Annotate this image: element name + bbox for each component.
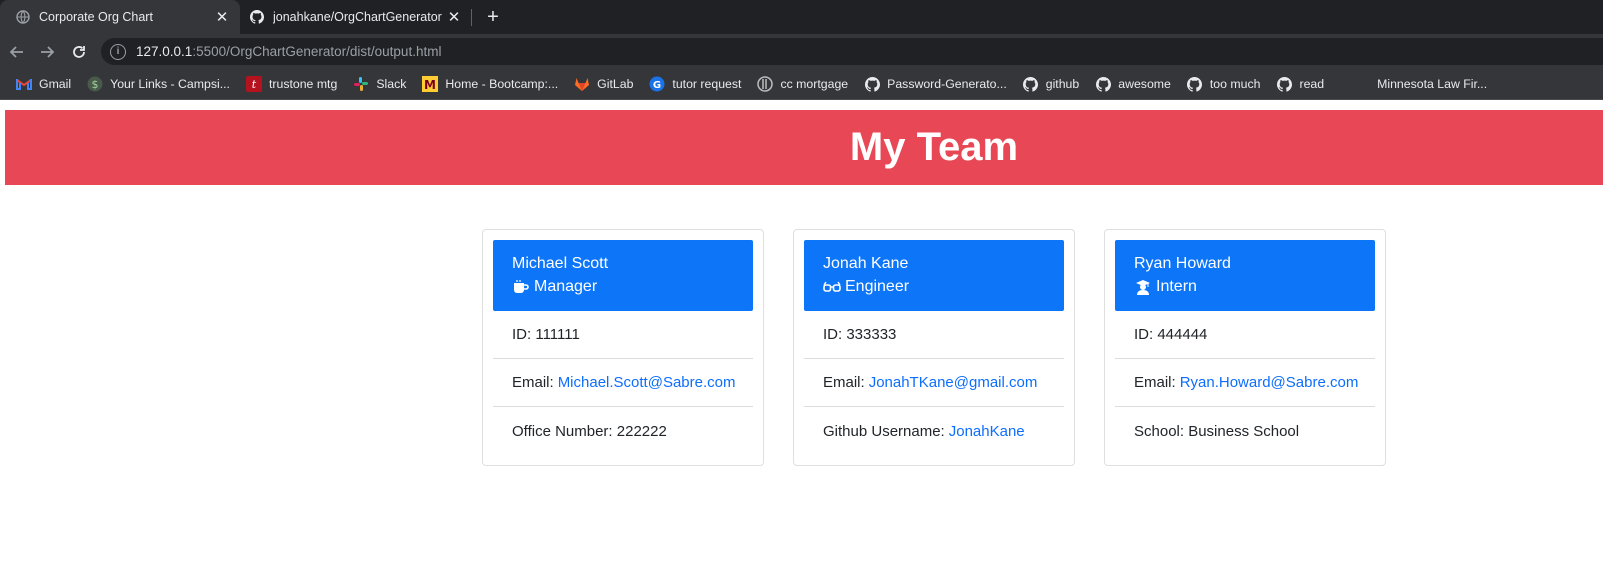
bookmark-slack[interactable]: Slack	[345, 72, 414, 96]
employee-role: Intern	[1134, 275, 1356, 299]
bookmark-github[interactable]: github	[1015, 72, 1088, 96]
email-link[interactable]: JonahTKane@gmail.com	[869, 374, 1038, 391]
employee-id: ID: 444444	[1115, 311, 1375, 359]
bookmark-awesome[interactable]: awesome	[1087, 72, 1179, 96]
new-tab-icon[interactable]: +	[482, 6, 504, 28]
employee-name: Ryan Howard	[1134, 255, 1231, 272]
blank-icon	[1354, 76, 1370, 92]
bookmarks-bar: Gmail $ Your Links - Campsi... t truston…	[0, 69, 1603, 100]
github-label: Github Username:	[823, 422, 945, 440]
bookmark-trustone[interactable]: t trustone mtg	[238, 72, 345, 96]
bookmark-gitlab[interactable]: GitLab	[566, 72, 641, 96]
bookmark-gmail[interactable]: Gmail	[8, 72, 79, 96]
tab-title: Corporate Org Chart	[39, 10, 153, 24]
email-label: Email:	[1134, 374, 1176, 391]
address-bar[interactable]: i 127.0.0.1:5500/OrgChartGenerator/dist/…	[101, 38, 1603, 65]
mortgage-icon	[757, 76, 774, 92]
back-arrow-icon[interactable]	[4, 39, 30, 65]
site-info-icon[interactable]: i	[110, 43, 126, 60]
slack-icon	[353, 76, 369, 92]
close-tab-icon[interactable]: ✕	[444, 7, 464, 27]
email-link[interactable]: Michael.Scott@Sabre.com	[558, 374, 736, 391]
employee-details: ID: 444444 Email: Ryan.Howard@Sabre.com …	[1115, 311, 1375, 455]
browser-toolbar: i 127.0.0.1:5500/OrgChartGenerator/dist/…	[0, 34, 1603, 69]
employee-email-row: Email: Ryan.Howard@Sabre.com	[1115, 359, 1375, 407]
employee-email-row: Email: JonahTKane@gmail.com	[804, 359, 1064, 407]
gmail-icon	[16, 76, 32, 92]
employee-name: Jonah Kane	[823, 255, 909, 272]
employee-role: Engineer	[823, 275, 1045, 299]
employee-name: Michael Scott	[512, 255, 609, 272]
gitlab-icon	[574, 76, 590, 92]
glasses-icon	[823, 279, 841, 295]
employee-details: ID: 333333 Email: JonahTKane@gmail.com G…	[804, 311, 1064, 455]
github-icon	[250, 10, 264, 24]
svg-text:$: $	[92, 78, 99, 91]
employee-email-row: Email: Michael.Scott@Sabre.com	[493, 359, 753, 407]
role-label: Manager	[534, 278, 598, 295]
url-text[interactable]: 127.0.0.1:5500/OrgChartGenerator/dist/ou…	[136, 44, 441, 59]
tab-inactive[interactable]: jonahkane/OrgChartGenerator ✕	[240, 0, 472, 34]
dollar-icon: $	[87, 76, 103, 92]
team-header: My Team	[5, 110, 1603, 185]
reload-icon[interactable]	[66, 39, 92, 65]
graduate-icon	[1134, 279, 1152, 295]
bootcamp-icon: M	[422, 76, 439, 92]
mug-icon	[512, 279, 530, 295]
email-label: Email:	[512, 374, 554, 391]
card-header: Ryan Howard Intern	[1115, 240, 1375, 311]
email-label: Email:	[823, 374, 865, 391]
github-icon	[1095, 76, 1111, 92]
role-label: Engineer	[845, 278, 910, 295]
svg-text:M: M	[424, 78, 436, 92]
email-link[interactable]: Ryan.Howard@Sabre.com	[1180, 374, 1359, 391]
close-tab-icon[interactable]: ✕	[212, 7, 232, 27]
bookmark-tutor-request[interactable]: G tutor request	[641, 72, 749, 96]
tab-divider	[471, 9, 472, 26]
github-icon	[1023, 76, 1039, 92]
office-number: Office Number: 222222	[512, 422, 667, 440]
employee-card-manager: Michael Scott Manager ID: 111111 Email: …	[482, 229, 764, 466]
github-icon	[1187, 76, 1203, 92]
github-icon	[1276, 76, 1292, 92]
bookmark-password-generator[interactable]: Password-Generato...	[856, 72, 1015, 96]
github-row: Github Username: JonahKane	[804, 407, 1064, 455]
globe-icon	[16, 10, 30, 24]
tab-strip: Corporate Org Chart ✕ jonahkane/OrgChart…	[0, 0, 1603, 34]
forward-arrow-icon[interactable]	[34, 39, 60, 65]
tab-title: jonahkane/OrgChartGenerator	[273, 10, 442, 24]
tutor-icon: G	[649, 76, 665, 92]
github-icon	[864, 76, 880, 92]
bookmark-cc-mortgage[interactable]: cc mortgage	[749, 72, 856, 96]
page-title: My Team	[849, 125, 1019, 169]
svg-text:t: t	[252, 78, 257, 91]
employee-card-engineer: Jonah Kane Engineer ID: 333333 Email: Jo…	[793, 229, 1075, 466]
bookmark-minnesota-law[interactable]: Minnesota Law Fir...	[1346, 72, 1495, 96]
trustone-icon: t	[245, 76, 262, 92]
employee-id: ID: 333333	[804, 311, 1064, 359]
bookmark-your-links[interactable]: $ Your Links - Campsi...	[79, 72, 238, 96]
tab-active[interactable]: Corporate Org Chart ✕	[0, 0, 240, 34]
employee-id: ID: 111111	[493, 311, 753, 359]
bookmark-too-much[interactable]: too much	[1179, 72, 1269, 96]
github-link[interactable]: JonahKane	[949, 423, 1025, 440]
card-header: Jonah Kane Engineer	[804, 240, 1064, 311]
employee-card-intern: Ryan Howard Intern ID: 444444 Email: Rya…	[1104, 229, 1386, 466]
bookmark-read[interactable]: read	[1268, 72, 1332, 96]
school: School: Business School	[1134, 422, 1300, 440]
bookmark-bootcamp[interactable]: M Home - Bootcamp:...	[414, 72, 566, 96]
employee-details: ID: 111111 Email: Michael.Scott@Sabre.co…	[493, 311, 753, 455]
employee-role: Manager	[512, 275, 734, 299]
role-label: Intern	[1156, 278, 1197, 295]
svg-text:G: G	[653, 80, 661, 91]
page-body: My Team Michael Scott Manager ID: 111111…	[0, 101, 1603, 587]
card-header: Michael Scott Manager	[493, 240, 753, 311]
